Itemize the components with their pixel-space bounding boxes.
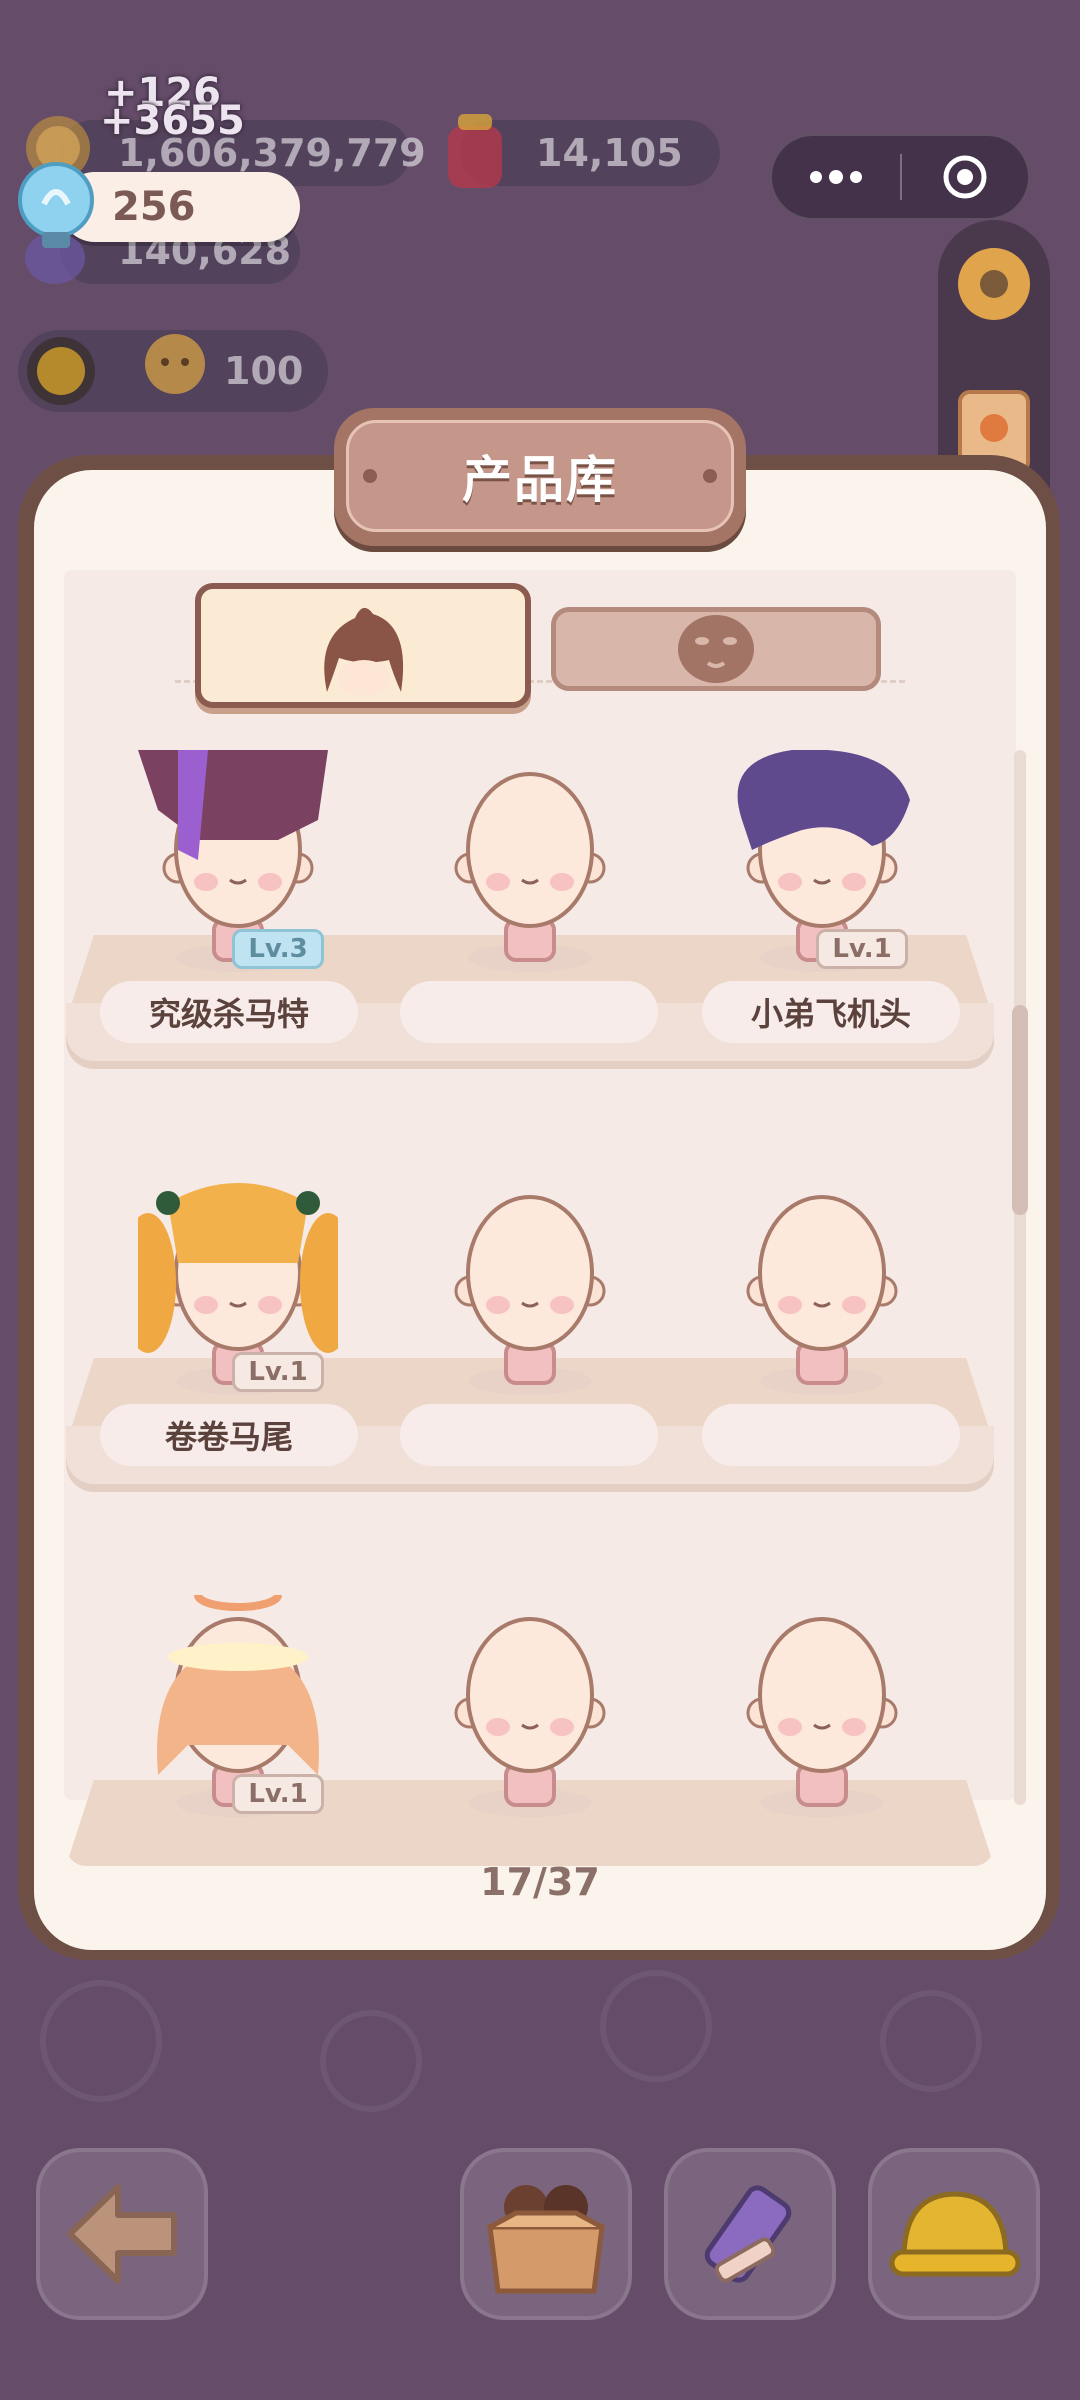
target-circle-icon: [943, 155, 987, 199]
product-name-label: 小弟飞机头: [702, 981, 960, 1043]
level-badge: Lv.1: [232, 1774, 324, 1814]
product-name-label: 究级杀马特: [100, 981, 358, 1043]
bulb-value: 256: [112, 184, 196, 230]
background-doodle: [600, 1970, 712, 2082]
more-options-button[interactable]: [772, 136, 900, 218]
design-button[interactable]: [664, 2148, 836, 2320]
title-plate: 产品库: [334, 408, 746, 546]
miniprogram-capsule: [770, 134, 1030, 220]
cookie-value: 100: [224, 349, 304, 393]
title-plate-inner: 产品库: [346, 420, 734, 532]
gem-value: 14,105: [536, 131, 683, 175]
product-name-label: [702, 1404, 960, 1466]
level-badge: Lv.3: [232, 929, 324, 969]
product-name-label: [400, 981, 658, 1043]
mannequin-empty[interactable]: [430, 750, 630, 980]
page-counter: 17/37: [480, 1860, 600, 1904]
jam-jar-icon: [440, 108, 510, 194]
settings-button[interactable]: [952, 242, 1036, 326]
mannequin-empty[interactable]: [430, 1595, 630, 1825]
product-name-label: [400, 1404, 658, 1466]
cookie-face-icon: [140, 328, 210, 408]
storage-box-button[interactable]: [460, 2148, 632, 2320]
mannequin-empty[interactable]: [722, 1173, 922, 1403]
background-doodle: [40, 1980, 162, 2102]
back-arrow-icon: [67, 2184, 177, 2284]
hair-icon: [324, 607, 404, 696]
back-button[interactable]: [36, 2148, 208, 2320]
background-doodle: [320, 2010, 422, 2112]
face-icon: [678, 615, 754, 683]
lightbulb-icon: [14, 160, 98, 252]
close-miniprogram-button[interactable]: [902, 136, 1028, 218]
tab-hair[interactable]: [195, 583, 531, 708]
scrollbar-thumb[interactable]: [1012, 1005, 1028, 1215]
page-title: 产品库: [462, 451, 618, 509]
hardhat-icon: [889, 2191, 1021, 2277]
pencil-icon: [704, 2185, 792, 2283]
product-name-label: 卷卷马尾: [100, 1404, 358, 1466]
floating-gain-b: +3655: [100, 98, 245, 144]
plate-rivet: [363, 469, 377, 483]
gear-icon: [958, 248, 1030, 320]
scrollbar-track[interactable]: [1014, 750, 1026, 1805]
more-dots-icon: [810, 170, 862, 184]
build-button[interactable]: [868, 2148, 1040, 2320]
box-icon: [487, 2185, 605, 2294]
background-doodle: [880, 1990, 982, 2092]
level-badge: Lv.1: [816, 929, 908, 969]
sun-icon: [24, 334, 98, 408]
level-badge: Lv.1: [232, 1352, 324, 1392]
plate-rivet: [703, 469, 717, 483]
tab-face[interactable]: [551, 607, 881, 691]
mannequin-empty[interactable]: [722, 1595, 922, 1825]
mannequin-empty[interactable]: [430, 1173, 630, 1403]
